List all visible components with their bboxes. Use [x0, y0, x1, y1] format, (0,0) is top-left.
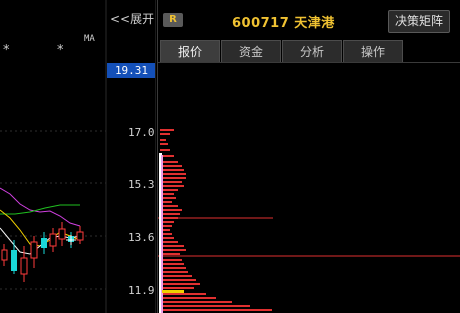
stock-title: 600717 天津港: [232, 16, 335, 31]
chip-bar: [160, 185, 184, 187]
chip-bar: [160, 271, 188, 273]
price-tick: 15.3: [128, 178, 155, 191]
tab-analysis[interactable]: 分析: [282, 40, 342, 63]
kline-chart[interactable]: [0, 0, 156, 313]
chip-bar: [160, 209, 182, 211]
chip-bar: [160, 259, 182, 261]
decision-matrix-button[interactable]: 决策矩阵: [388, 10, 450, 33]
ma-label: MA: [84, 34, 95, 44]
chip-bar: [160, 169, 184, 171]
chip-bar: [160, 283, 200, 285]
chip-bar: [160, 293, 206, 295]
current-price-flag: 19.31: [107, 63, 156, 78]
candles: [1, 222, 84, 282]
price-tick: 17.0: [128, 126, 155, 139]
chip-bar: [160, 149, 170, 151]
star-marker: *: [3, 43, 10, 58]
current-price-chip: [162, 290, 184, 293]
chip-bar: [160, 279, 196, 281]
chip-bar: [160, 139, 166, 141]
chip-bar: [160, 173, 186, 175]
chip-distribution: [158, 129, 460, 313]
ma60-line: [0, 204, 80, 215]
tab-quote[interactable]: 报价: [160, 40, 220, 63]
chip-bar: [160, 267, 186, 269]
chip-bar: [160, 181, 182, 183]
expand-button[interactable]: <<展开: [110, 10, 154, 27]
chip-bar: [160, 275, 192, 277]
chip-bar: [160, 263, 184, 265]
cost-marker-pink: [161, 155, 163, 313]
panel-divider-shadow: [155, 0, 156, 313]
chip-bar: [160, 245, 184, 247]
chip-bar: [160, 249, 186, 251]
chip-bar: [160, 301, 232, 303]
r-badge: R: [163, 13, 183, 27]
chip-bar: [160, 309, 272, 311]
price-tick: 11.9: [128, 284, 155, 297]
chip-bar: [160, 305, 250, 307]
chip-bar: [160, 287, 194, 289]
star-marker: *: [57, 43, 64, 58]
tab-funds[interactable]: 资金: [221, 40, 281, 63]
chip-bar: [160, 133, 170, 135]
price-tick: 13.6: [128, 231, 155, 244]
tab-operation[interactable]: 操作: [343, 40, 403, 63]
chip-bar: [160, 129, 174, 131]
chip-bar: [160, 177, 186, 179]
chip-bar: [160, 143, 168, 145]
chip-bar: [160, 165, 182, 167]
chip-bar: [160, 297, 216, 299]
